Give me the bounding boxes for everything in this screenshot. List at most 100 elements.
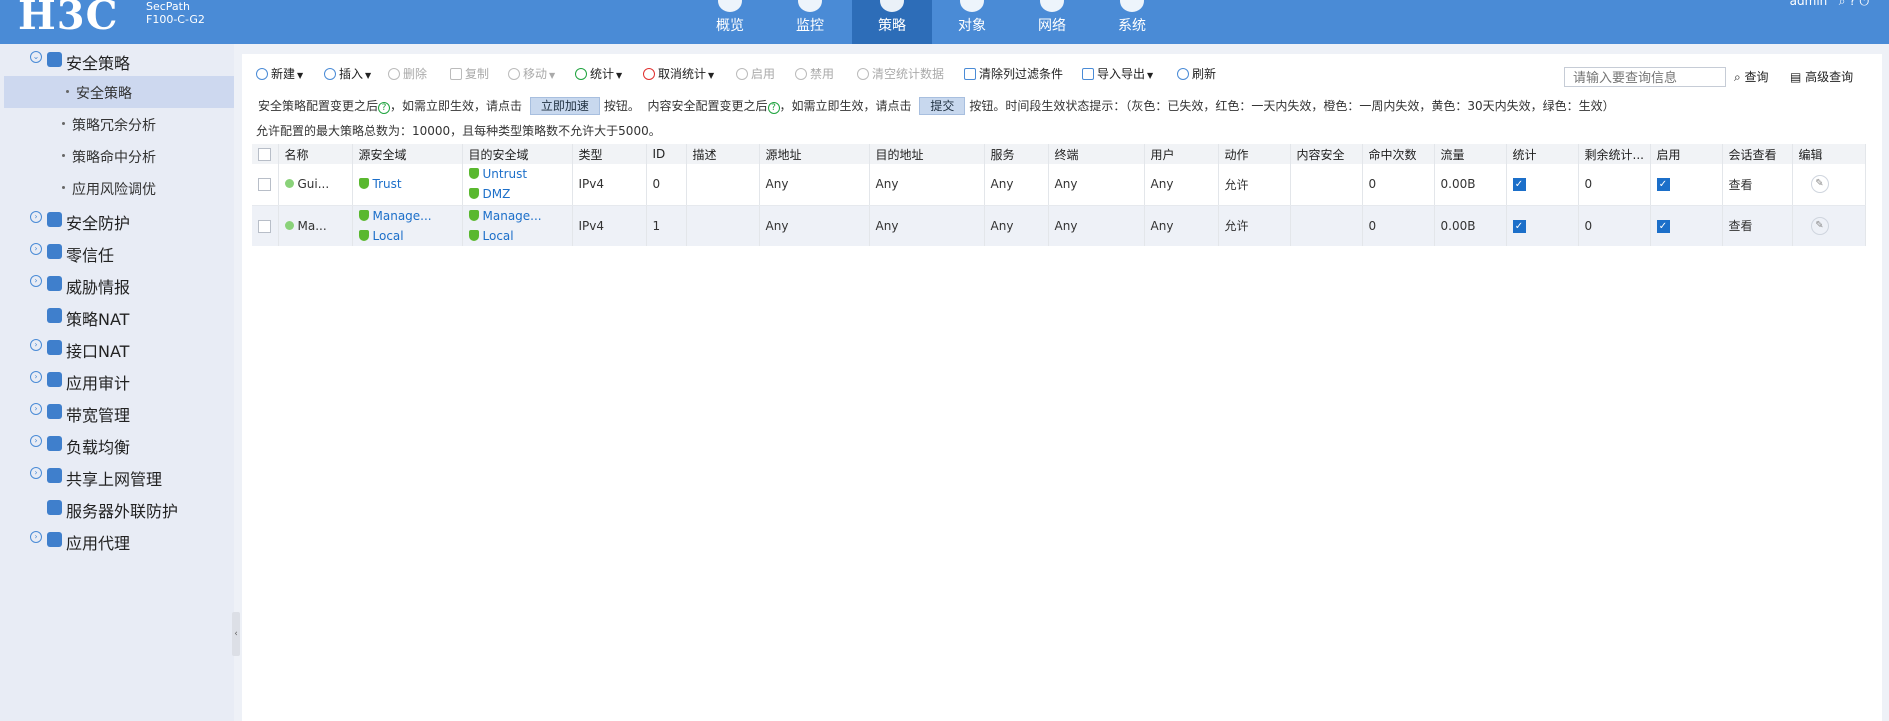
enable-button[interactable]: 启用	[736, 64, 775, 84]
delete-button[interactable]: 删除	[388, 64, 427, 84]
stats-cell[interactable]: ✓	[1506, 205, 1579, 246]
help-icon[interactable]: ?	[767, 102, 780, 114]
stats-cell[interactable]: ✓	[1506, 164, 1579, 206]
nav-object[interactable]: 对象	[932, 0, 1012, 44]
advanced-query-button[interactable]: ▤ 高级查询	[1790, 68, 1853, 85]
zone-link[interactable]: Trust	[358, 174, 462, 194]
enabled-checkbox[interactable]: ✓	[1656, 219, 1670, 233]
sidebar-item-app-audit[interactable]: › 应用审计	[0, 364, 234, 396]
enabled-cell[interactable]: ✓	[1650, 164, 1723, 206]
expand-icon[interactable]: ›	[30, 435, 42, 447]
expand-icon[interactable]: ›	[30, 371, 42, 383]
refresh-button[interactable]: 刷新	[1177, 64, 1216, 84]
nav-monitor[interactable]: 监控	[770, 0, 850, 44]
session-view-link[interactable]: 查看	[1722, 164, 1793, 206]
import-export-button[interactable]: 导入导出 ▼	[1082, 64, 1153, 84]
power-icon[interactable]: ⏻	[1860, 0, 1870, 8]
sidebar-item-app-proxy[interactable]: › 应用代理	[0, 524, 234, 556]
table-row[interactable]: Ma... Manage... Local Manage... Local IPv4…	[252, 205, 1866, 246]
help-icon[interactable]: ?	[1849, 0, 1855, 8]
expand-icon[interactable]: ⌄	[30, 51, 42, 63]
cancel-stats-button[interactable]: 取消统计 ▼	[643, 64, 714, 84]
sidebar-item-threat-intel[interactable]: › 威胁情报	[0, 268, 234, 300]
table-row[interactable]: Gui... Trust Untrust DMZ IPv4 0 Any Any A…	[252, 164, 1866, 206]
col-stats[interactable]: 统计	[1506, 144, 1579, 164]
expand-icon[interactable]: ›	[30, 275, 42, 287]
sidebar-collapse-handle[interactable]: ‹	[232, 612, 240, 656]
nav-overview[interactable]: 概览	[690, 0, 770, 44]
sidebar-item-bandwidth[interactable]: › 带宽管理	[0, 396, 234, 428]
sidebar-item-load-balance[interactable]: › 负载均衡	[0, 428, 234, 460]
sidebar-sub-security-policy[interactable]: 安全策略	[4, 76, 234, 108]
stats-checkbox[interactable]: ✓	[1512, 219, 1526, 233]
col-traffic[interactable]: 流量	[1434, 144, 1507, 164]
sidebar-sub-redundancy[interactable]: 策略冗余分析	[0, 108, 234, 140]
session-view-link[interactable]: 查看	[1722, 205, 1793, 246]
col-service[interactable]: 服务	[984, 144, 1049, 164]
query-button[interactable]: ⌕ 查询	[1734, 68, 1769, 85]
col-type[interactable]: 类型	[572, 144, 647, 164]
row-checkbox[interactable]	[258, 219, 271, 233]
traffic-cell[interactable]: 0.00B	[1434, 164, 1507, 206]
nav-policy[interactable]: 策略	[852, 0, 932, 44]
sidebar-item-protection[interactable]: › 安全防护	[0, 204, 234, 236]
accelerate-now-button[interactable]: 立即加速	[529, 97, 600, 115]
enabled-cell[interactable]: ✓	[1650, 205, 1723, 246]
col-user[interactable]: 用户	[1144, 144, 1219, 164]
insert-button[interactable]: 插入 ▼	[324, 64, 371, 84]
col-hits[interactable]: 命中次数	[1362, 144, 1435, 164]
clear-stats-button[interactable]: 清空统计数据	[857, 64, 944, 84]
edit-icon[interactable]: ✎	[1810, 175, 1829, 194]
edit-cell[interactable]: ✎	[1792, 164, 1866, 206]
nav-network[interactable]: 网络	[1012, 0, 1092, 44]
select-all-checkbox[interactable]	[258, 148, 271, 161]
stats-button[interactable]: 统计 ▼	[575, 64, 622, 84]
expand-icon[interactable]: ›	[30, 467, 42, 479]
col-action[interactable]: 动作	[1218, 144, 1291, 164]
row-select-cell[interactable]	[252, 205, 279, 246]
sidebar-item-interface-nat[interactable]: › 接口NAT	[0, 332, 234, 364]
col-remaining[interactable]: 剩余统计...	[1578, 144, 1651, 164]
search-icon[interactable]: ⌕	[1839, 0, 1846, 8]
expand-icon[interactable]: ›	[30, 211, 42, 223]
edit-cell[interactable]: ✎	[1792, 205, 1866, 246]
nav-system[interactable]: 系统	[1092, 0, 1172, 44]
col-edit[interactable]: 编辑	[1792, 144, 1866, 164]
traffic-cell[interactable]: 0.00B	[1434, 205, 1507, 246]
row-checkbox[interactable]	[258, 178, 271, 192]
col-desc[interactable]: 描述	[686, 144, 760, 164]
zone-link[interactable]: Manage...	[358, 206, 462, 226]
sidebar-item-shared-access[interactable]: › 共享上网管理	[0, 460, 234, 492]
sidebar-item-policy-nat[interactable]: 策略NAT	[0, 300, 234, 332]
enabled-checkbox[interactable]: ✓	[1656, 178, 1670, 192]
search-input[interactable]	[1564, 67, 1726, 87]
col-session-view[interactable]: 会话查看	[1722, 144, 1793, 164]
col-terminal[interactable]: 终端	[1048, 144, 1145, 164]
col-dst-zone[interactable]: 目的安全域	[462, 144, 573, 164]
expand-icon[interactable]: ›	[30, 243, 42, 255]
sidebar-item-server-outbound[interactable]: 服务器外联防护	[0, 492, 234, 524]
help-icon[interactable]: ?	[378, 102, 391, 114]
col-src-addr[interactable]: 源地址	[759, 144, 870, 164]
hits-cell[interactable]: 0	[1362, 205, 1435, 246]
new-button[interactable]: 新建 ▼	[256, 64, 303, 84]
clear-filter-button[interactable]: 清除列过滤条件	[964, 64, 1063, 84]
zone-link[interactable]: Local	[468, 226, 572, 246]
zone-link[interactable]: DMZ	[468, 184, 572, 204]
hits-cell[interactable]: 0	[1362, 164, 1435, 206]
col-dst-addr[interactable]: 目的地址	[869, 144, 985, 164]
expand-icon[interactable]: ›	[30, 339, 42, 351]
user-menu[interactable]: admin ⌕ ? ⏻	[1790, 0, 1869, 9]
stats-checkbox[interactable]: ✓	[1512, 178, 1526, 192]
col-content-security[interactable]: 内容安全	[1290, 144, 1363, 164]
move-button[interactable]: 移动 ▼	[508, 64, 555, 84]
edit-icon[interactable]: ✎	[1810, 216, 1829, 235]
sidebar-sub-hit-analysis[interactable]: 策略命中分析	[0, 140, 234, 172]
expand-icon[interactable]: ›	[30, 403, 42, 415]
sidebar-item-security-policy[interactable]: ⌄ 安全策略	[0, 44, 234, 76]
submit-button[interactable]: 提交	[919, 97, 966, 115]
sidebar-sub-risk-tuning[interactable]: 应用风险调优	[0, 172, 234, 204]
select-all-cell[interactable]	[252, 144, 279, 164]
zone-link[interactable]: Local	[358, 226, 462, 246]
col-enabled[interactable]: 启用	[1650, 144, 1723, 164]
